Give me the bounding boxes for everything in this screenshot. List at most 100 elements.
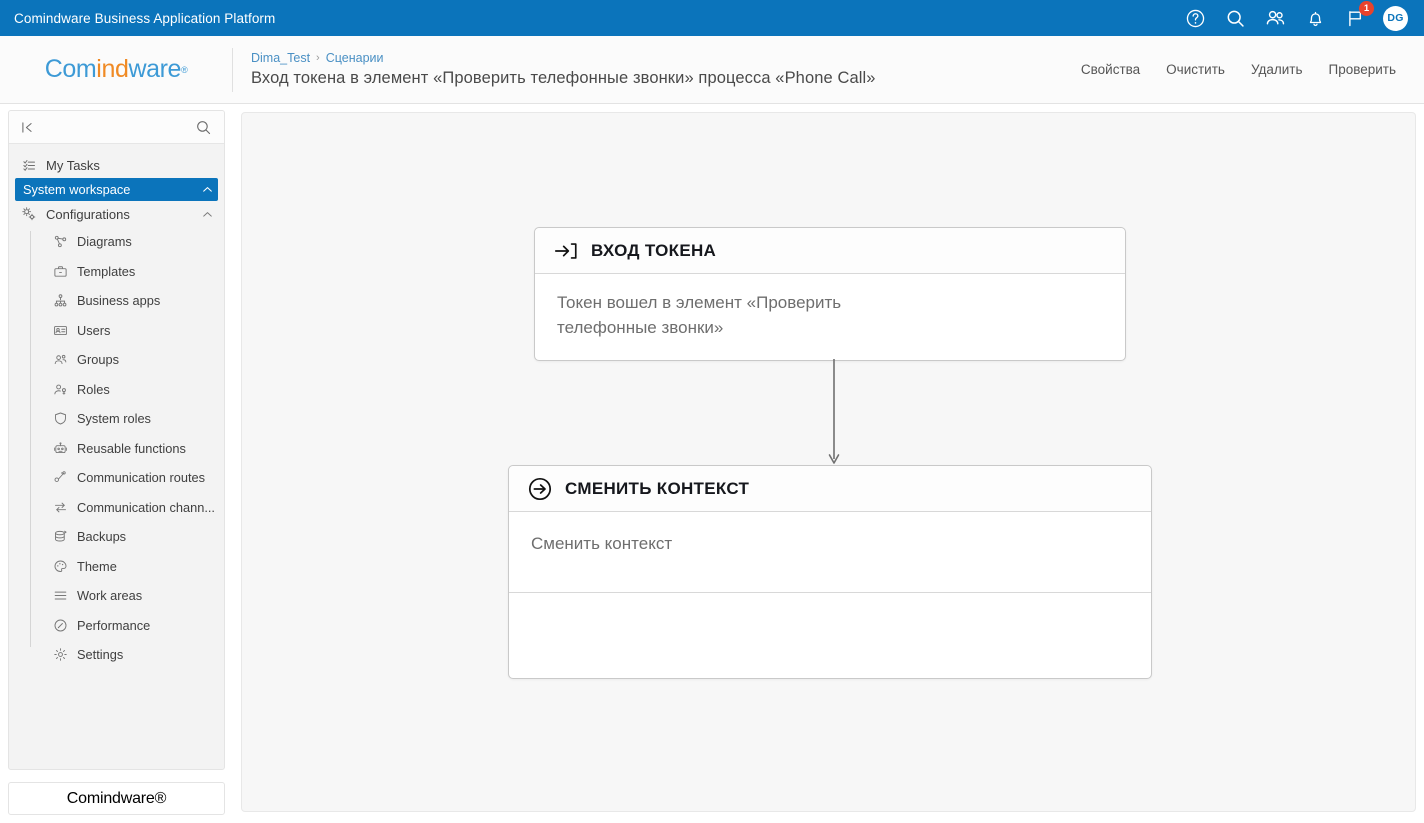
sidebar-item-label: Reusable functions [77, 440, 186, 456]
sidebar-item-label: System workspace [23, 182, 131, 197]
header-text-block: Dima_Test › Сценарии Вход токена в элеме… [251, 51, 876, 88]
sidebar-item-label: Work areas [77, 588, 143, 604]
sidebar-item-label: Groups [77, 352, 119, 368]
footer-logo-part-1: Com [66, 789, 100, 807]
database-icon [52, 529, 68, 545]
diagram-icon [52, 234, 68, 250]
sidebar-item-label: Theme [77, 558, 117, 574]
logo-part-2: ind [96, 55, 129, 83]
sidebar-item-communication-channels[interactable]: Communication chann... [9, 493, 224, 523]
sidebar-item-roles[interactable]: Roles [9, 375, 224, 405]
sidebar-item-label: Communication routes [77, 470, 206, 486]
sidebar-item-performance[interactable]: Performance [9, 611, 224, 641]
logo-part-3: ware [128, 55, 182, 83]
card-token-in-title: ВХОД ТОКЕНА [591, 240, 717, 260]
avatar[interactable]: DG [1383, 5, 1408, 31]
sidebar-footer-logo[interactable]: Com ind ware ® [8, 782, 225, 815]
script-canvas[interactable]: ВХОД ТОКЕНА Токен вошел в элемент «Прове… [241, 112, 1416, 812]
exchange-arrows-icon [52, 499, 68, 515]
arrow-circle-right-icon [527, 476, 553, 502]
sidebar-item-label: Diagrams [77, 234, 132, 250]
sidebar-item-label: Configurations [46, 206, 130, 222]
sidebar-item-groups[interactable]: Groups [9, 345, 224, 375]
flag-icon[interactable]: 1 [1343, 1, 1374, 30]
sidebar-item-label: Roles [77, 381, 110, 397]
sidebar-item-theme[interactable]: Theme [9, 552, 224, 582]
clear-action[interactable]: Очистить [1166, 62, 1225, 77]
header-actions: Свойства Очистить Удалить Проверить [1081, 62, 1424, 77]
breadcrumb-root[interactable]: Dima_Test [251, 51, 310, 65]
breadcrumb-separator-icon: › [316, 52, 320, 64]
footer-logo-registered-mark: ® [154, 789, 167, 807]
notification-badge: 1 [1359, 1, 1374, 16]
sidebar-item-label: Backups [77, 529, 127, 545]
sidebar-item-settings[interactable]: Settings [9, 640, 224, 670]
sidebar-toolbar [9, 111, 224, 144]
validate-action[interactable]: Проверить [1328, 62, 1396, 77]
card-change-context-title: СМЕНИТЬ КОНТЕКСТ [565, 478, 750, 498]
sidebar-item-work-areas[interactable]: Work areas [9, 581, 224, 611]
lines-icon [52, 588, 68, 604]
breadcrumb: Dima_Test › Сценарии [251, 51, 876, 65]
role-person-icon [52, 381, 68, 397]
sidebar-item-label: Performance [77, 617, 151, 633]
org-tree-icon [52, 293, 68, 309]
palette-icon [52, 558, 68, 574]
properties-action[interactable]: Свойства [1081, 62, 1140, 77]
arrow-into-bracket-icon [553, 239, 579, 263]
sidebar-item-label: Users [77, 322, 111, 338]
app-title: Comindware Business Application Platform [14, 10, 276, 26]
comindware-logo[interactable]: Com ind ware ® [0, 55, 232, 84]
collapse-panel-icon[interactable] [19, 119, 36, 136]
people-icon[interactable] [1263, 6, 1287, 30]
chevron-up-icon [201, 183, 214, 196]
bell-icon[interactable] [1303, 6, 1327, 30]
card-token-in[interactable]: ВХОД ТОКЕНА Токен вошел в элемент «Прове… [534, 227, 1126, 362]
shield-icon [52, 411, 68, 427]
sidebar: My Tasks System workspace Configurations [8, 110, 225, 770]
delete-action[interactable]: Удалить [1251, 62, 1303, 77]
sidebar-item-label: Business apps [77, 293, 161, 309]
card-change-context-header: СМЕНИТЬ КОНТЕКСТ [509, 466, 1151, 512]
id-card-icon [52, 322, 68, 338]
briefcase-icon [52, 263, 68, 279]
header-divider [232, 47, 233, 92]
sidebar-item-label: Templates [77, 263, 136, 279]
breadcrumb-current[interactable]: Сценарии [326, 51, 384, 65]
sidebar-item-my-tasks[interactable]: My Tasks [9, 152, 224, 178]
card-change-context-empty-section[interactable] [509, 592, 1151, 678]
sidebar-item-system-roles[interactable]: System roles [9, 404, 224, 434]
sidebar-item-system-workspace[interactable]: System workspace [15, 178, 218, 201]
card-token-in-header: ВХОД ТОКЕНА [535, 228, 1125, 274]
gear-icon [52, 647, 68, 663]
card-change-context[interactable]: СМЕНИТЬ КОНТЕКСТ Сменить контекст [508, 465, 1152, 679]
flow-arrow-down [828, 359, 840, 467]
search-icon[interactable] [195, 119, 212, 136]
top-bar: Comindware Business Application Platform [0, 0, 1424, 36]
sidebar-item-users[interactable]: Users [9, 316, 224, 346]
help-icon[interactable] [1183, 6, 1207, 30]
gears-icon [21, 206, 37, 222]
sidebar-item-business-apps[interactable]: Business apps [9, 286, 224, 316]
route-icon [52, 470, 68, 486]
sidebar-item-label: System roles [77, 411, 151, 427]
groups-icon [52, 352, 68, 368]
footer-logo-part-2: ind [99, 789, 121, 807]
page-title: Вход токена в элемент «Проверить телефон… [251, 69, 876, 87]
top-bar-icons: 1 DG [1183, 1, 1424, 31]
sidebar-item-label: My Tasks [46, 157, 100, 173]
logo-part-1: Com [44, 55, 97, 83]
chevron-up-icon [201, 208, 214, 221]
sidebar-item-configurations[interactable]: Configurations [9, 201, 224, 227]
robot-icon [52, 440, 68, 456]
sidebar-item-diagrams[interactable]: Diagrams [9, 227, 224, 257]
search-icon[interactable] [1223, 6, 1247, 30]
sidebar-item-templates[interactable]: Templates [9, 257, 224, 287]
sidebar-item-backups[interactable]: Backups [9, 522, 224, 552]
page-header: Com ind ware ® Dima_Test › Сценарии Вход то… [0, 36, 1424, 104]
sidebar-item-communication-routes[interactable]: Communication routes [9, 463, 224, 493]
logo-registered-mark: ® [181, 64, 188, 75]
sidebar-item-reusable-functions[interactable]: Reusable functions [9, 434, 224, 464]
sidebar-nav: My Tasks System workspace Configurations [9, 144, 224, 769]
card-token-in-body: Токен вошел в элемент «Проверить телефон… [557, 293, 842, 337]
